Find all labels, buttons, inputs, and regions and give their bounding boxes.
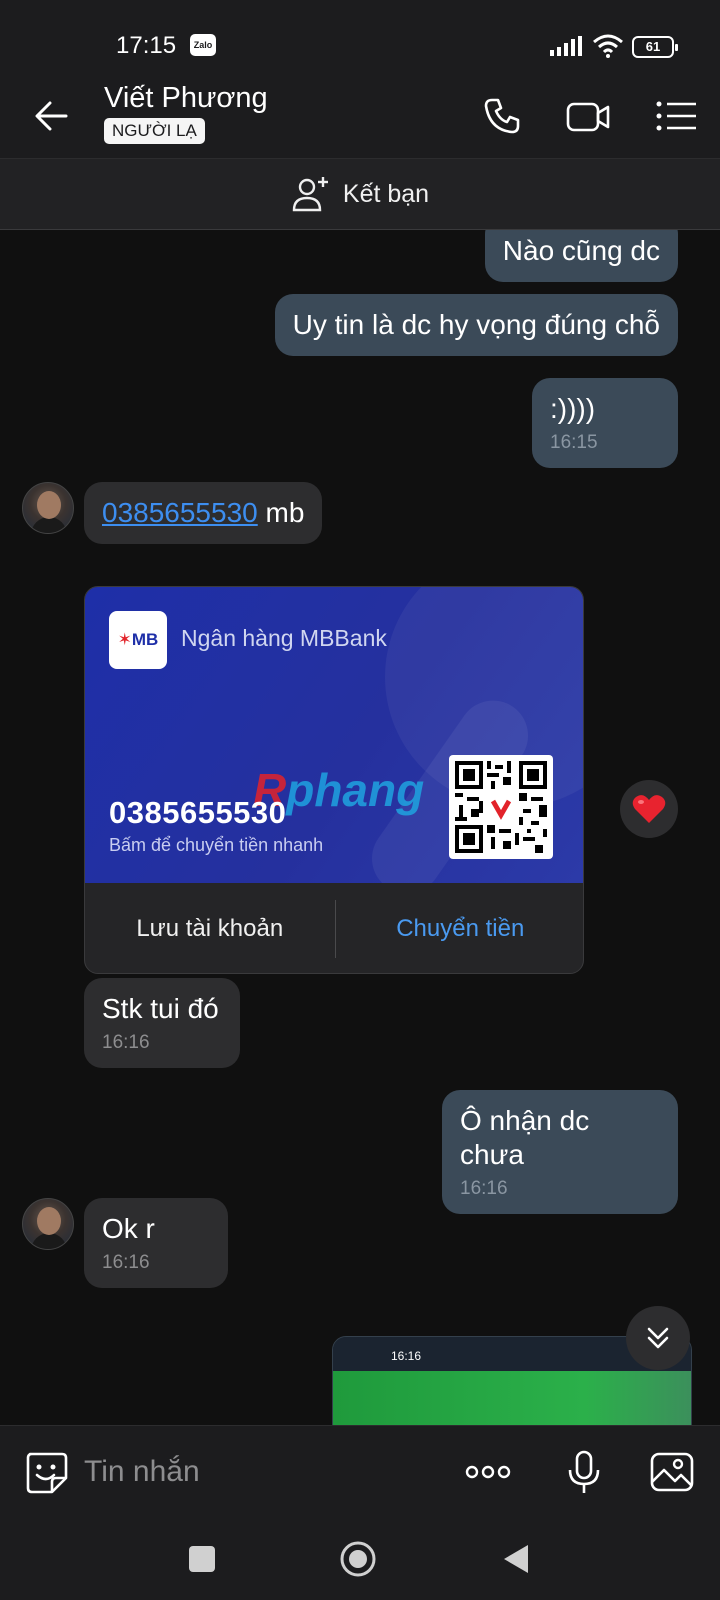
message-composer bbox=[0, 1425, 720, 1515]
signal-icon bbox=[550, 36, 582, 56]
message-text: Nào cũng dc bbox=[502, 235, 660, 266]
account-subtitle: Bấm để chuyển tiền nhanh bbox=[109, 835, 324, 855]
square-icon bbox=[189, 1546, 215, 1572]
status-bar: 17:15 Zalo 61 bbox=[0, 0, 720, 70]
avatar[interactable] bbox=[22, 1198, 74, 1250]
heart-reaction-button[interactable] bbox=[620, 780, 678, 838]
message-bubble-outgoing[interactable]: :)))) 16:15 bbox=[532, 378, 678, 468]
message-text: Ok r bbox=[102, 1213, 155, 1244]
message-time: 16:15 bbox=[550, 432, 598, 453]
account-number: 0385655530 bbox=[109, 795, 287, 830]
triangle-back-icon bbox=[504, 1545, 528, 1573]
more-options-icon[interactable] bbox=[464, 1448, 512, 1496]
message-bubble-outgoing[interactable]: Ô nhận dc chưa 16:16 bbox=[442, 1090, 678, 1214]
message-bubble-outgoing[interactable]: Uy tin là dc hy vọng đúng chỗ bbox=[274, 294, 678, 356]
stranger-badge: NGƯỜI LẠ bbox=[104, 118, 205, 144]
contact-name[interactable]: Viết Phương bbox=[104, 82, 268, 115]
bank-name: Ngân hàng MBBank bbox=[181, 625, 387, 651]
message-text: Uy tin là dc hy vọng đúng chỗ bbox=[292, 309, 660, 340]
video-call-icon[interactable] bbox=[564, 92, 612, 140]
bank-card-actions: Lưu tài khoản Chuyển tiền bbox=[85, 883, 584, 973]
message-time: 16:16 bbox=[102, 1032, 150, 1053]
back-arrow-icon[interactable] bbox=[30, 94, 74, 138]
avatar[interactable] bbox=[22, 482, 74, 534]
chat-header: Viết Phương NGƯỜI LẠ bbox=[0, 70, 720, 158]
bank-account-card[interactable]: ✶MB Ngân hàng MBBank Rphang 0385655530 B… bbox=[84, 586, 584, 974]
zalo-notification-icon: Zalo bbox=[190, 34, 216, 56]
message-bubble-incoming[interactable]: Stk tui đó 16:16 bbox=[84, 978, 240, 1068]
message-text: mb bbox=[257, 497, 305, 528]
transfer-money-button[interactable]: Chuyển tiền bbox=[336, 915, 584, 943]
wifi-icon bbox=[593, 34, 623, 58]
thumbnail-time: 16:16 bbox=[391, 1349, 422, 1363]
message-bubble-incoming[interactable]: 0385655530 mb bbox=[84, 482, 323, 544]
image-gallery-icon[interactable] bbox=[648, 1448, 696, 1496]
thumbnail-content bbox=[333, 1371, 691, 1425]
message-bubble-outgoing[interactable]: Nào cũng dc bbox=[484, 230, 678, 282]
status-time: 17:15 bbox=[116, 32, 177, 59]
microphone-icon[interactable] bbox=[560, 1448, 608, 1496]
phone-number-link[interactable]: 0385655530 bbox=[102, 497, 258, 528]
message-text: :)))) bbox=[550, 393, 596, 424]
qr-code[interactable] bbox=[449, 755, 553, 859]
message-text: Ô nhận dc chưa bbox=[460, 1105, 590, 1170]
message-text: Stk tui đó bbox=[102, 993, 219, 1024]
add-user-icon bbox=[292, 177, 328, 212]
double-chevron-down-icon bbox=[647, 1327, 669, 1349]
bank-card-body[interactable]: ✶MB Ngân hàng MBBank Rphang 0385655530 B… bbox=[85, 587, 583, 883]
phone-call-icon[interactable] bbox=[478, 92, 526, 140]
save-account-button[interactable]: Lưu tài khoản bbox=[85, 915, 335, 943]
system-navigation-bar bbox=[0, 1515, 720, 1600]
battery-icon: 61 bbox=[632, 36, 678, 58]
message-time: 16:16 bbox=[460, 1178, 508, 1199]
heart-icon bbox=[632, 795, 666, 823]
add-friend-label: Kết bạn bbox=[342, 179, 430, 208]
mb-bank-logo: ✶MB bbox=[109, 611, 167, 669]
recent-apps-button[interactable] bbox=[180, 1537, 224, 1581]
message-time: 16:16 bbox=[102, 1252, 150, 1273]
scroll-to-bottom-button[interactable] bbox=[626, 1306, 690, 1370]
add-friend-button[interactable]: Kết bạn bbox=[0, 158, 720, 230]
home-button[interactable] bbox=[336, 1537, 380, 1581]
home-circle-icon bbox=[340, 1541, 376, 1577]
message-list[interactable]: Nào cũng dc Uy tin là dc hy vọng đúng ch… bbox=[0, 230, 720, 1425]
sticker-icon[interactable] bbox=[22, 1448, 70, 1496]
menu-list-icon[interactable] bbox=[654, 92, 702, 140]
back-button[interactable] bbox=[494, 1537, 538, 1581]
message-input[interactable] bbox=[84, 1448, 424, 1496]
message-bubble-incoming[interactable]: Ok r 16:16 bbox=[84, 1198, 228, 1288]
